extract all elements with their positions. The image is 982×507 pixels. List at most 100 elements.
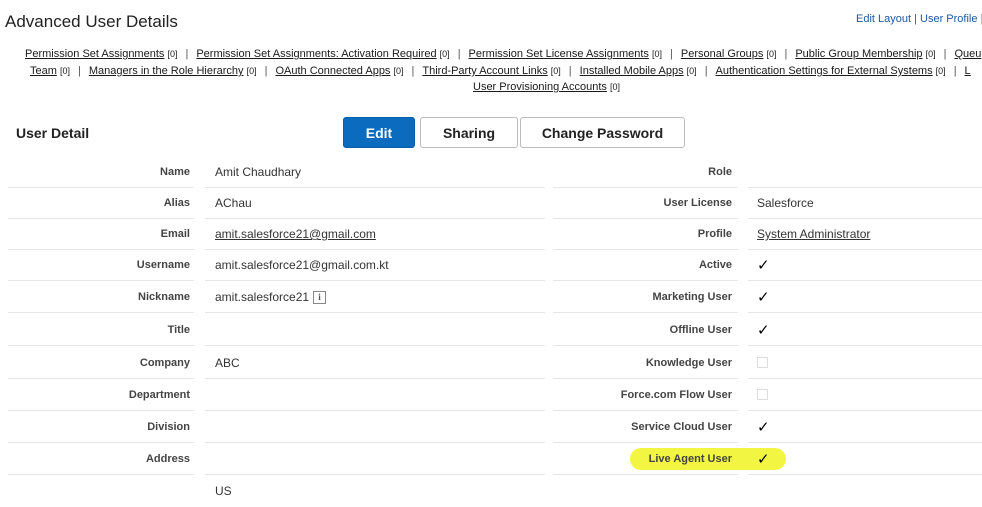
checked-icon: ✓	[757, 419, 770, 436]
row-divider	[748, 280, 982, 281]
row-divider	[205, 474, 545, 475]
field-label: Username	[136, 259, 190, 271]
table-row: Name Amit Chaudhary Role	[8, 157, 982, 188]
table-row: Division Service Cloud User ✓	[8, 412, 982, 443]
row-divider	[748, 312, 982, 313]
field-value: Salesforce	[757, 188, 814, 219]
row-divider	[205, 280, 545, 281]
separator: |	[264, 65, 268, 77]
row-divider	[748, 442, 982, 443]
related-list-link[interactable]: Authentication Settings for External Sys…	[716, 65, 933, 77]
sharing-button[interactable]: Sharing	[420, 117, 518, 148]
field-value[interactable]: System Administrator	[757, 219, 870, 250]
field-value: AChau	[215, 188, 252, 219]
field-label: Email	[160, 228, 190, 240]
table-row: Nickname amit.salesforce21 i Marketing User…	[8, 282, 982, 313]
row-divider	[748, 410, 982, 411]
field-value[interactable]: amit.salesforce21@gmail.com	[215, 219, 376, 250]
related-list-count: [0]	[651, 49, 662, 59]
section-title: User Detail	[16, 125, 90, 141]
user-profile-link[interactable]: User Profile	[920, 13, 977, 25]
edit-layout-link[interactable]: Edit Layout	[856, 13, 911, 25]
field-label: Division	[147, 421, 190, 433]
related-list-count: [0]	[935, 66, 946, 76]
row-divider	[8, 280, 194, 281]
separator: |	[704, 65, 708, 77]
field-label: Force.com Flow User	[620, 389, 732, 401]
page-title: Advanced User Details	[5, 12, 178, 31]
row-divider	[205, 442, 545, 443]
related-list-count: [0]	[609, 82, 620, 92]
row-divider	[8, 378, 194, 379]
row-divider	[8, 410, 194, 411]
field-label: Nickname	[138, 291, 190, 303]
row-divider	[553, 345, 738, 346]
related-list-links-row-3: User Provisioning Accounts [0]	[0, 81, 982, 93]
related-list-count: [0]	[167, 49, 178, 59]
field-value-text: AChau	[215, 196, 252, 210]
checked-icon: ✓	[757, 322, 770, 339]
separator: |	[953, 65, 957, 77]
related-list-link[interactable]: Permission Set License Assignments	[469, 48, 649, 60]
related-list-link[interactable]: User Provisioning Accounts	[473, 81, 607, 93]
field-label: Live Agent User	[648, 453, 732, 465]
field-label: Service Cloud User	[631, 421, 732, 433]
related-list-link[interactable]: Managers in the Role Hierarchy	[89, 65, 244, 77]
field-value-text: Amit Chaudhary	[215, 165, 302, 179]
related-list-count: [0]	[686, 66, 697, 76]
field-value-text: amit.salesforce21@gmail.com.kt	[215, 258, 389, 272]
table-row: Address Live Agent User ✓	[8, 444, 982, 475]
row-divider	[748, 474, 982, 475]
row-divider	[8, 345, 194, 346]
edit-button[interactable]: Edit	[343, 117, 415, 148]
separator: |	[943, 48, 947, 60]
info-icon[interactable]: i	[313, 291, 327, 305]
related-list-link[interactable]: Installed Mobile Apps	[580, 65, 684, 77]
table-row: Department Force.com Flow User	[8, 380, 982, 411]
field-value: ABC	[215, 348, 240, 379]
table-row: Username amit.salesforce21@gmail.com.kt Ac…	[8, 250, 982, 281]
related-list-link[interactable]: Permission Set Assignments	[25, 48, 164, 60]
field-label: User License	[663, 197, 732, 209]
related-list-count: [0]	[550, 66, 561, 76]
address-value: US	[215, 484, 232, 498]
row-divider	[205, 410, 545, 411]
related-list-count: [0]	[766, 49, 777, 59]
related-list-link[interactable]: OAuth Connected Apps	[275, 65, 390, 77]
related-list-link[interactable]: Public Group Membership	[795, 48, 922, 60]
profile-link[interactable]: System Administrator	[757, 227, 870, 241]
top-links: Edit Layout | User Profile |	[856, 13, 982, 25]
related-list-link[interactable]: Personal Groups	[681, 48, 764, 60]
related-list-link[interactable]: Queu	[954, 48, 981, 60]
unchecked-box-icon	[757, 389, 768, 401]
row-divider	[553, 312, 738, 313]
field-label: Active	[698, 259, 732, 271]
field-label: Name	[160, 166, 190, 178]
field-value	[757, 348, 768, 379]
related-list-count: [0]	[439, 49, 450, 59]
email-link[interactable]: amit.salesforce21@gmail.com	[215, 227, 376, 241]
related-list-links-row-1: Permission Set Assignments [0] | Permissio…	[0, 48, 982, 60]
related-list-links-row-2: Team [0] | Managers in the Role Hierarchy …	[0, 65, 982, 77]
related-list-link[interactable]: Team	[30, 65, 57, 77]
row-divider	[748, 378, 982, 379]
related-list-link[interactable]: L	[965, 65, 971, 77]
separator: |	[784, 48, 788, 60]
related-list-link[interactable]: Third-Party Account Links	[422, 65, 547, 77]
field-value-text: Salesforce	[757, 196, 814, 210]
row-divider	[553, 474, 738, 475]
field-value-text: amit.salesforce21	[215, 290, 310, 304]
field-value: amit.salesforce21 i	[215, 282, 327, 313]
row-divider	[553, 280, 738, 281]
row-divider	[205, 312, 545, 313]
change-password-button[interactable]: Change Password	[520, 117, 685, 148]
field-label: Role	[708, 166, 732, 178]
separator: |	[568, 65, 572, 77]
row-divider	[8, 312, 194, 313]
related-list-count: [0]	[925, 49, 936, 59]
field-label: Profile	[697, 228, 732, 240]
field-label: Title	[167, 324, 190, 336]
field-label: Address	[145, 453, 190, 465]
related-list-link[interactable]: Permission Set Assignments: Activation R…	[196, 48, 436, 60]
separator: |	[914, 13, 917, 25]
